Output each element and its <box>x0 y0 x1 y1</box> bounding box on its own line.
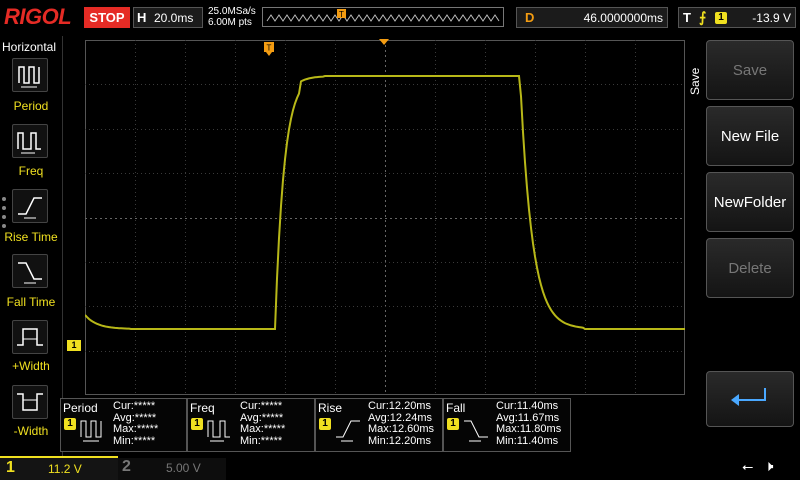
memory-position-bar: T <box>262 7 504 27</box>
measure-item-fall-time[interactable]: Fall Time <box>0 254 62 312</box>
center-time-marker <box>379 39 389 45</box>
fall-time-icon <box>12 254 48 288</box>
measure-item-positive-width[interactable]: +Width <box>0 320 62 378</box>
channel-1-tab[interactable]: 1 11.2 V <box>0 456 118 480</box>
trigger-position-marker: T <box>264 42 274 56</box>
trigger-channel-badge: 1 <box>715 12 727 24</box>
frequency-icon <box>207 420 230 442</box>
measurement-period[interactable]: Period 1 Cur:***** Avg:***** Max:***** Min:… <box>60 398 187 452</box>
measure-item-rise-time[interactable]: Rise Time <box>0 189 62 247</box>
trigger-level-value: -13.9 V <box>752 11 791 25</box>
graticule <box>85 40 685 395</box>
memory-waveform-overview: T <box>266 9 500 22</box>
save-button[interactable]: Save <box>706 40 794 100</box>
sample-rate: 25.0MSa/s <box>208 6 256 17</box>
delay-label: D <box>525 10 535 25</box>
channel-1-ground-marker[interactable]: 1 <box>67 340 81 351</box>
measurement-freq[interactable]: Freq 1 Cur:***** Avg:***** Max:***** Min:**… <box>187 398 315 452</box>
frequency-icon <box>12 124 48 158</box>
speaker-muted-icon[interactable]: 🕨 <box>764 457 773 475</box>
period-icon <box>12 58 48 92</box>
new-file-button[interactable]: New File <box>706 106 794 166</box>
delay-value: 46.0000000ms <box>583 11 663 25</box>
save-menu-tab[interactable]: Save <box>688 68 702 95</box>
channel-2-tab[interactable]: 2 5.00 V <box>118 458 226 480</box>
acquisition-info: 25.0MSa/s 6.00M pts <box>208 6 256 28</box>
delete-button[interactable]: Delete <box>706 238 794 298</box>
measurement-rise[interactable]: Rise 1 Cur:12.20ms Avg:12.24ms Max:12.60ms… <box>315 398 443 452</box>
delay-box[interactable]: D 46.0000000ms <box>516 7 668 28</box>
negative-width-icon <box>12 385 48 419</box>
usb-icon: ⭠ <box>742 459 754 475</box>
rising-edge-trigger-icon: ⨍ <box>699 9 707 25</box>
run-stop-indicator[interactable]: STOP <box>84 7 130 28</box>
waveform-display <box>85 40 685 395</box>
horizontal-label: H <box>137 10 147 25</box>
new-folder-button[interactable]: NewFolder <box>706 172 794 232</box>
trigger-box[interactable]: T ⨍ 1 -13.9 V <box>678 7 796 28</box>
measure-item-freq[interactable]: Freq <box>0 124 62 182</box>
trigger-label: T <box>683 10 691 25</box>
measure-category-title: Horizontal <box>2 40 57 54</box>
measure-item-period[interactable]: Period <box>0 58 62 116</box>
horizontal-scale-box[interactable]: H 20.0ms <box>133 7 203 28</box>
measurement-fall[interactable]: Fall 1 Cur:11.40ms Avg:11.67ms Max:11.80ms… <box>443 398 571 452</box>
brand-logo: RIGOL <box>4 4 72 29</box>
rise-time-icon <box>336 420 360 442</box>
measure-item-negative-width[interactable]: -Width <box>0 385 62 443</box>
svg-text:T: T <box>267 44 272 53</box>
svg-text:T: T <box>339 10 344 19</box>
return-button[interactable] <box>706 371 794 427</box>
rise-time-icon <box>12 189 48 223</box>
positive-width-icon <box>12 320 48 354</box>
period-icon <box>80 420 102 442</box>
fall-time-icon <box>464 420 488 442</box>
memory-depth: 6.00M pts <box>208 17 252 28</box>
horizontal-scale-value: 20.0ms <box>154 11 194 25</box>
return-arrow-icon <box>731 388 766 406</box>
